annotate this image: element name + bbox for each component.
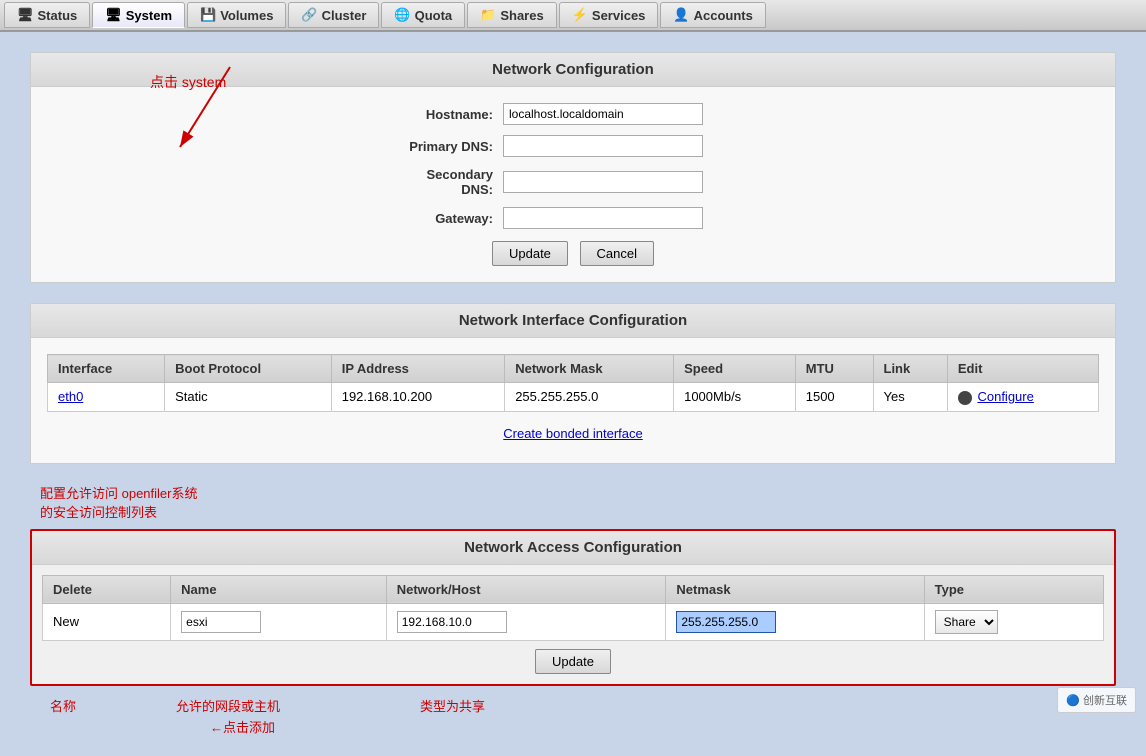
secondary-dns-label: SecondaryDNS:: [363, 167, 503, 197]
table-row: eth0 Static 192.168.10.200 255.255.255.0…: [48, 383, 1099, 412]
tab-cluster-label: Cluster: [322, 8, 367, 23]
network-access-body: Delete Name Network/Host Netmask Type Ne…: [32, 565, 1114, 684]
col-type: Type: [924, 575, 1103, 603]
col-network-mask: Network Mask: [505, 355, 674, 383]
nac-update-button[interactable]: Update: [535, 649, 611, 674]
tab-accounts[interactable]: 👤 Accounts: [660, 2, 765, 28]
cell-interface: eth0: [48, 383, 165, 412]
primary-dns-label: Primary DNS:: [363, 139, 503, 154]
network-access-title: Network Access Configuration: [32, 531, 1114, 565]
tab-quota-label: Quota: [415, 8, 453, 23]
nac-cell-name: [171, 603, 387, 640]
tab-services[interactable]: ⚡ Services: [559, 2, 659, 28]
col-name: Name: [171, 575, 387, 603]
gateway-label: Gateway:: [363, 211, 503, 226]
tab-system-label: System: [126, 8, 172, 23]
tab-status-label: Status: [38, 8, 78, 23]
network-annotation: 允许的网段或主机: [176, 696, 280, 715]
secondary-dns-input[interactable]: [503, 171, 703, 193]
interface-table: Interface Boot Protocol IP Address Netwo…: [47, 354, 1099, 412]
services-icon: ⚡: [572, 7, 588, 23]
nac-netmask-input[interactable]: [676, 611, 776, 633]
tab-volumes-label: Volumes: [220, 8, 273, 23]
system-icon: 🖥: [105, 7, 122, 23]
network-access-panel: Network Access Configuration Delete Name…: [30, 529, 1116, 686]
cell-link: Yes: [873, 383, 947, 412]
col-interface: Interface: [48, 355, 165, 383]
tab-status[interactable]: 🖥 Status: [4, 2, 90, 28]
nac-type-select[interactable]: Share Host: [935, 610, 998, 634]
network-interface-body: Interface Boot Protocol IP Address Netwo…: [31, 338, 1115, 463]
cell-boot-protocol: Static: [165, 383, 332, 412]
network-interface-title: Network Interface Configuration: [31, 304, 1115, 338]
access-table: Delete Name Network/Host Netmask Type Ne…: [42, 575, 1104, 641]
network-config-buttons: Update Cancel: [47, 241, 1099, 266]
secondary-dns-row: SecondaryDNS:: [363, 167, 783, 197]
watermark: 🔵 创新互联: [1057, 687, 1136, 713]
cancel-button[interactable]: Cancel: [580, 241, 654, 266]
main-content: 点击 system Network Configuration Hostname…: [0, 32, 1146, 756]
col-mtu: MTU: [795, 355, 873, 383]
add-annotation: ←点击添加: [210, 717, 1116, 736]
col-boot-protocol: Boot Protocol: [165, 355, 332, 383]
tab-volumes[interactable]: 💾 Volumes: [187, 2, 286, 28]
name-annotation: 名称: [50, 696, 76, 715]
network-config-form: Hostname: Primary DNS: SecondaryDNS: Gat…: [363, 103, 783, 229]
col-link: Link: [873, 355, 947, 383]
nac-cell-type: Share Host: [924, 603, 1103, 640]
hostname-row: Hostname:: [363, 103, 783, 125]
cell-speed: 1000Mb/s: [674, 383, 796, 412]
accounts-icon: 👤: [673, 7, 689, 23]
nac-table-row: New Share Host: [43, 603, 1104, 640]
network-config-body: Hostname: Primary DNS: SecondaryDNS: Gat…: [31, 87, 1115, 282]
status-icon: 🖥: [17, 7, 34, 23]
click-system-annotation: 点击 system: [150, 72, 226, 92]
hostname-input[interactable]: [503, 103, 703, 125]
nac-network-input[interactable]: [397, 611, 507, 633]
col-delete: Delete: [43, 575, 171, 603]
nac-cell-netmask: [666, 603, 924, 640]
update-button[interactable]: Update: [492, 241, 568, 266]
volumes-icon: 💾: [200, 7, 216, 23]
tab-shares-label: Shares: [500, 8, 543, 23]
network-interface-panel: Network Interface Configuration Interfac…: [30, 303, 1116, 464]
watermark-icon: 🔵: [1066, 695, 1080, 707]
gateway-row: Gateway:: [363, 207, 783, 229]
col-edit: Edit: [947, 355, 1098, 383]
nac-name-input[interactable]: [181, 611, 261, 633]
tab-cluster[interactable]: 🔗 Cluster: [288, 2, 379, 28]
cell-edit: Configure: [947, 383, 1098, 412]
tab-services-label: Services: [592, 8, 646, 23]
acl-annotation: 配置允许访问 openfiler系统 的安全访问控制列表: [40, 484, 1116, 523]
primary-dns-input[interactable]: [503, 135, 703, 157]
quota-icon: 🌐: [394, 7, 410, 23]
type-annotation: 类型为共享: [420, 696, 485, 715]
col-speed: Speed: [674, 355, 796, 383]
col-network-host: Network/Host: [386, 575, 666, 603]
configure-icon: [958, 391, 972, 405]
tab-quota[interactable]: 🌐 Quota: [381, 2, 465, 28]
cell-network-mask: 255.255.255.0: [505, 383, 674, 412]
tab-accounts-label: Accounts: [694, 8, 753, 23]
hostname-label: Hostname:: [363, 107, 503, 122]
eth0-link[interactable]: eth0: [58, 389, 83, 404]
navigation-bar: 🖥 Status 🖥 System 💾 Volumes 🔗 Cluster 🌐 …: [0, 0, 1146, 32]
col-ip-address: IP Address: [331, 355, 504, 383]
cell-mtu: 1500: [795, 383, 873, 412]
nac-update-row: Update: [42, 649, 1104, 674]
shares-icon: 📁: [480, 7, 496, 23]
nac-cell-network: [386, 603, 666, 640]
configure-link[interactable]: Configure: [977, 389, 1033, 404]
gateway-input[interactable]: [503, 207, 703, 229]
bottom-annotations: 名称 允许的网段或主机 类型为共享: [50, 696, 1116, 715]
tab-system[interactable]: 🖥 System: [92, 2, 185, 28]
nac-cell-delete: New: [43, 603, 171, 640]
cell-ip-address: 192.168.10.200: [331, 383, 504, 412]
cluster-icon: 🔗: [301, 7, 317, 23]
primary-dns-row: Primary DNS:: [363, 135, 783, 157]
create-bonded-row: Create bonded interface: [47, 420, 1099, 447]
tab-shares[interactable]: 📁 Shares: [467, 2, 557, 28]
create-bonded-link[interactable]: Create bonded interface: [503, 426, 642, 441]
col-netmask: Netmask: [666, 575, 924, 603]
